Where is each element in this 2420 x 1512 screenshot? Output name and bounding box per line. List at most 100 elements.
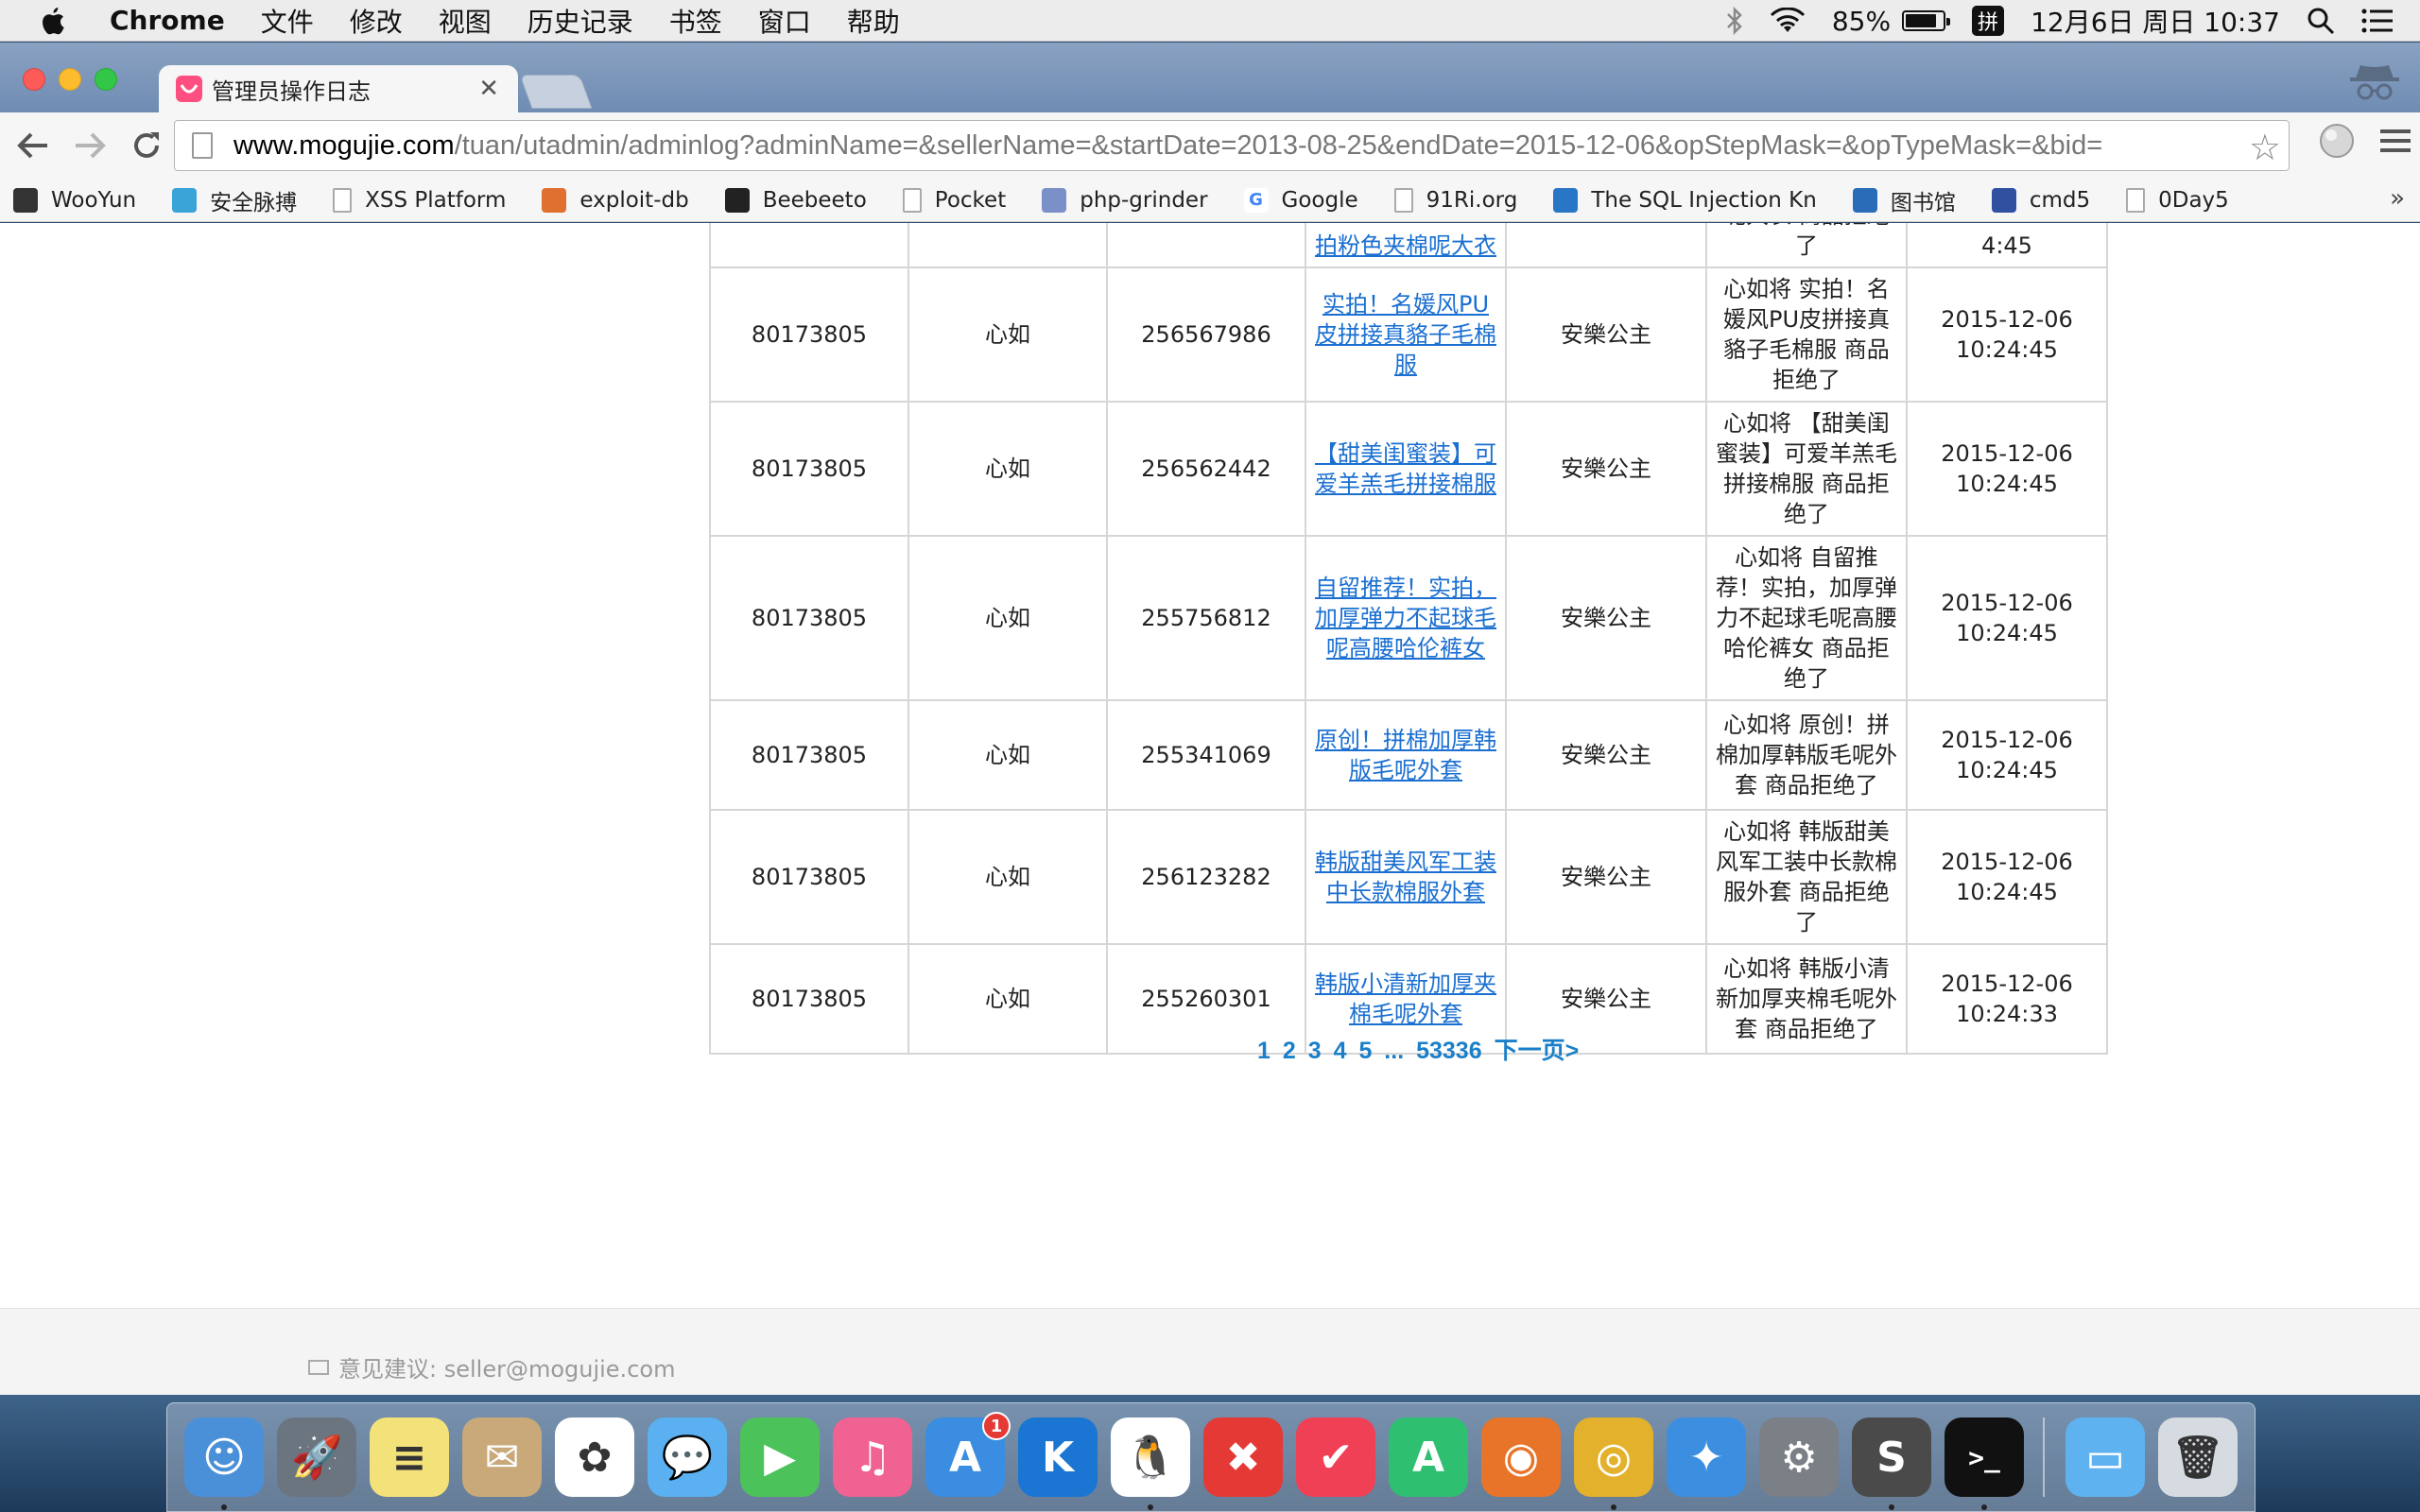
admin-name-cell: 心如 xyxy=(908,809,1108,945)
xmind-icon[interactable]: ✖ xyxy=(1203,1418,1283,1497)
menu-window[interactable]: 窗口 xyxy=(758,2,811,40)
user-id-cell: 80173805 xyxy=(709,699,909,811)
bookmark-item[interactable]: 0Day5 xyxy=(2126,187,2229,213)
page-link-4[interactable]: 4 xyxy=(1334,1038,1347,1064)
zoom-window-button[interactable] xyxy=(95,68,117,91)
menu-file[interactable]: 文件 xyxy=(261,2,314,40)
launchpad-icon[interactable]: 🚀 xyxy=(277,1418,356,1497)
bookmark-label: WooYun xyxy=(51,187,137,213)
tab-close-icon[interactable]: ✕ xyxy=(478,75,499,103)
bookmarks-overflow-icon[interactable]: » xyxy=(2390,184,2405,213)
page-link-last[interactable]: 53336 xyxy=(1416,1038,1482,1064)
close-window-button[interactable] xyxy=(23,68,45,91)
new-tab-button[interactable] xyxy=(519,75,593,109)
next-page-link[interactable]: 下一页> xyxy=(1495,1038,1580,1064)
bookmark-item[interactable]: Pocket xyxy=(902,187,1006,213)
product-link[interactable]: 韩版甜美风军工装中长款棉服外套 xyxy=(1315,849,1496,905)
running-indicator xyxy=(1611,1504,1616,1510)
user-id-cell: 80173805 xyxy=(709,266,909,403)
back-button[interactable] xyxy=(9,122,57,169)
page-link-1[interactable]: 1 xyxy=(1257,1038,1270,1064)
tab-active[interactable]: 管理员操作日志 ✕ xyxy=(159,65,518,112)
bookmark-item[interactable]: exploit-db xyxy=(542,187,689,213)
itunes-icon[interactable]: ♫ xyxy=(833,1418,912,1497)
a-app-icon[interactable]: A xyxy=(1389,1418,1468,1497)
time-cell: 2015-12-06 10:24:45 xyxy=(1906,535,2108,701)
firefox-icon[interactable]: ◉ xyxy=(1481,1418,1561,1497)
battery-icon[interactable] xyxy=(1902,10,1951,31)
notes-icon[interactable]: ≡ xyxy=(370,1418,449,1497)
page-link-2[interactable]: 2 xyxy=(1283,1038,1296,1064)
item-id-cell: 256562442 xyxy=(1106,401,1306,537)
facetime-icon[interactable]: ▶ xyxy=(740,1418,820,1497)
app-store-icon[interactable]: A1 xyxy=(925,1412,1011,1497)
table-row: 80173805 心如 256567986 实拍！名媛风PU皮拼接真貉子毛棉服 安樂公主… xyxy=(709,266,2108,403)
sublime-icon[interactable]: S xyxy=(1852,1418,1931,1510)
bookmark-item[interactable]: WooYun xyxy=(13,187,137,213)
bookmark-item[interactable]: The SQL Injection Kn xyxy=(1553,187,1817,213)
page-info-icon[interactable] xyxy=(192,132,213,159)
incognito-icon xyxy=(2346,60,2403,107)
table-row-partial: 拍粉色夹棉呢大衣 呢大衣 商品拒绝了 4:45 xyxy=(709,223,2108,268)
bookmark-item[interactable]: 图书馆 xyxy=(1852,184,1956,216)
product-link[interactable]: 拍粉色夹棉呢大衣 xyxy=(1315,232,1496,259)
bookmark-item[interactable]: G Google xyxy=(1243,187,1358,213)
product-link[interactable]: 自留推荐！实拍，加厚弹力不起球毛呢高腰哈伦裤女 xyxy=(1315,575,1496,662)
menu-help[interactable]: 帮助 xyxy=(847,2,900,40)
product-link[interactable]: 【甜美闺蜜装】可爱羊羔毛拼接棉服 xyxy=(1315,440,1496,497)
trash-icon[interactable]: 🗑 xyxy=(2158,1418,2238,1497)
apple-icon[interactable] xyxy=(38,5,66,37)
page-link-5[interactable]: 5 xyxy=(1358,1038,1372,1064)
terminal-icon[interactable]: >_ xyxy=(1945,1418,2024,1510)
running-indicator xyxy=(221,1504,227,1510)
chrome-icon[interactable]: ◎ xyxy=(1574,1418,1653,1510)
menu-view[interactable]: 视图 xyxy=(439,2,492,40)
photos-icon[interactable]: ✿ xyxy=(555,1418,634,1497)
battery-percent: 85% xyxy=(1831,5,1892,37)
system-prefs-icon[interactable]: ⚙ xyxy=(1759,1418,1839,1497)
menu-edit[interactable]: 修改 xyxy=(350,2,403,40)
reload-button[interactable] xyxy=(123,122,170,169)
bookmark-star-icon[interactable]: ☆ xyxy=(2249,127,2281,169)
minimize-window-button[interactable] xyxy=(59,68,81,91)
bookmark-item[interactable]: cmd5 xyxy=(1991,187,2090,213)
page-link-3[interactable]: 3 xyxy=(1308,1038,1322,1064)
menubar-clock[interactable]: 12月6日 周日 10:37 xyxy=(2031,2,2280,40)
safari-icon[interactable]: ✦ xyxy=(1667,1418,1746,1497)
dock-glyph: ▭ xyxy=(2085,1433,2125,1482)
seller-cell: 安樂公主 xyxy=(1505,699,1707,811)
k-icon[interactable]: K xyxy=(1018,1418,1098,1497)
user-id-cell: 80173805 xyxy=(709,535,909,701)
feedback-text[interactable]: 意见建议: seller@mogujie.com xyxy=(338,1350,675,1383)
notification-center-icon[interactable] xyxy=(2361,9,2394,33)
forward-button[interactable] xyxy=(66,122,113,169)
page-content: 拍粉色夹棉呢大衣 呢大衣 商品拒绝了 4:45 80173805心如256567… xyxy=(0,223,2420,1395)
product-link[interactable]: 韩版小清新加厚夹棉毛呢外套 xyxy=(1315,971,1496,1027)
input-method-icon[interactable]: 拼 xyxy=(1972,6,2005,36)
extension-globe-icon[interactable] xyxy=(2318,122,2356,163)
menu-bar: Chrome 文件 修改 视图 历史记录 书签 窗口 帮助 85% 拼 12月6… xyxy=(0,0,2420,42)
menu-history[interactable]: 历史记录 xyxy=(527,2,633,40)
menu-bookmarks[interactable]: 书签 xyxy=(669,2,722,40)
messages-icon[interactable]: 💬 xyxy=(648,1418,727,1497)
bluetooth-icon[interactable] xyxy=(1726,7,1743,35)
bookmark-item[interactable]: 安全脉搏 xyxy=(172,184,297,216)
pocket-icon[interactable]: ✔ xyxy=(1296,1418,1375,1497)
chrome-menu-icon[interactable] xyxy=(2380,128,2411,158)
product-link[interactable]: 原创！拼棉加厚韩版毛呢外套 xyxy=(1315,727,1496,783)
mail-stamp-icon[interactable]: ✉ xyxy=(462,1418,542,1497)
qq-icon[interactable]: 🐧 xyxy=(1111,1418,1190,1510)
tab-title: 管理员操作日志 xyxy=(212,77,371,105)
bookmark-item[interactable]: php-grinder xyxy=(1042,187,1208,213)
spotlight-icon[interactable] xyxy=(2307,7,2335,35)
menu-app-name[interactable]: Chrome xyxy=(110,5,225,36)
bookmark-item[interactable]: Beebeeto xyxy=(724,187,867,213)
product-link[interactable]: 实拍！名媛风PU皮拼接真貉子毛棉服 xyxy=(1315,291,1496,378)
bookmark-item[interactable]: 91Ri.org xyxy=(1393,187,1518,213)
wifi-icon[interactable] xyxy=(1770,8,1806,34)
folder-icon[interactable]: ▭ xyxy=(2066,1418,2145,1497)
address-bar[interactable]: www.mogujie.com/tuan/utadmin/adminlog?ad… xyxy=(174,120,2290,171)
finder-icon[interactable]: ☺ xyxy=(184,1418,264,1510)
bookmark-item[interactable]: XSS Platform xyxy=(333,187,506,213)
bookmark-label: 91Ri.org xyxy=(1426,187,1518,213)
